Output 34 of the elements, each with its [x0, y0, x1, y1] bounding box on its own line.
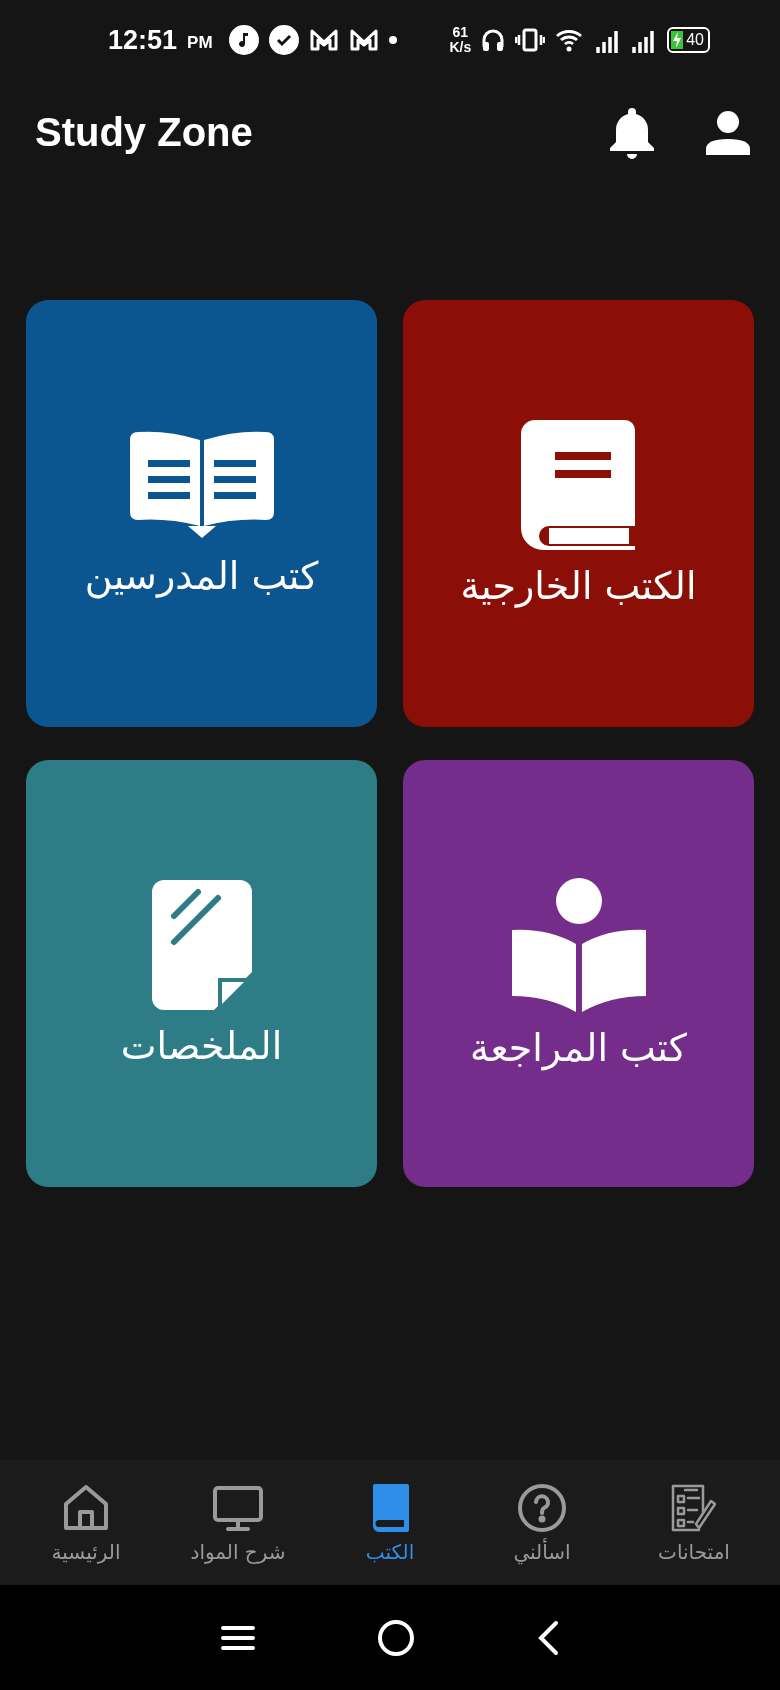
reader-icon	[511, 877, 646, 1012]
dot-icon	[388, 36, 397, 44]
category-card[interactable]: الملخصات	[26, 760, 377, 1187]
help-icon	[517, 1481, 567, 1534]
check-circle-icon	[268, 25, 299, 55]
vibrate-icon	[515, 28, 546, 52]
open-book-icon	[127, 429, 276, 540]
category-card[interactable]: كتب المدرسين	[26, 300, 377, 727]
app-title: Study Zone	[35, 110, 254, 155]
mail-m-icon	[348, 28, 379, 52]
clock-period: PM	[187, 33, 213, 53]
nav-tab[interactable]: اسألني	[472, 1477, 612, 1568]
profile-button[interactable]	[704, 108, 752, 157]
notifications-button[interactable]	[608, 105, 656, 160]
menu-button[interactable]	[220, 1623, 257, 1652]
card-label: الملخصات	[120, 1023, 283, 1068]
category-card[interactable]: كتب المراجعة	[403, 760, 754, 1187]
nav-tab[interactable]: الكتب	[320, 1477, 460, 1568]
note-icon	[151, 879, 252, 1010]
mail-m-icon	[308, 28, 339, 52]
book-icon	[520, 419, 637, 550]
headphones-icon	[481, 27, 506, 53]
nav-tab[interactable]: الرئيسية	[16, 1477, 156, 1568]
battery-indicator: 40	[667, 27, 710, 53]
home-button[interactable]	[377, 1618, 415, 1657]
card-label: كتب المراجعة	[470, 1025, 687, 1070]
card-label: الكتب الخارجية	[460, 563, 697, 608]
category-card[interactable]: الكتب الخارجية	[403, 300, 754, 727]
clock: 12:51	[108, 24, 178, 56]
nav-tab[interactable]: امتحانات	[624, 1477, 764, 1568]
nav-tab[interactable]: شرح المواد	[168, 1477, 308, 1568]
music-note-icon	[228, 25, 259, 55]
card-label: كتب المدرسين	[84, 553, 319, 598]
network-speed: 61 K/s	[449, 25, 472, 55]
